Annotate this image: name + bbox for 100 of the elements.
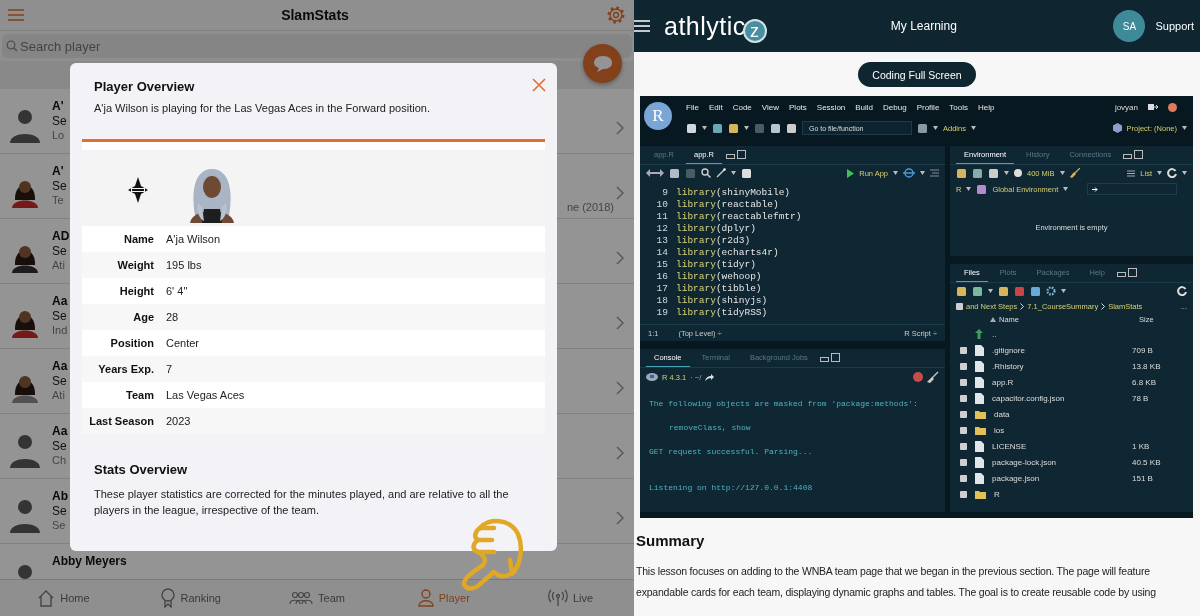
refresh-icon[interactable] (1167, 168, 1177, 178)
tab-bar-item[interactable]: Home (0, 580, 127, 616)
new-file-icon[interactable] (686, 122, 697, 134)
file-name[interactable]: .gitignore (992, 345, 1132, 355)
power-icon[interactable] (1168, 102, 1177, 112)
caret-icon[interactable] (1063, 187, 1069, 191)
memory-icon[interactable] (1014, 169, 1022, 177)
checkbox[interactable] (960, 474, 967, 482)
broom-icon[interactable] (1069, 168, 1080, 178)
window-controls-icon[interactable] (819, 353, 840, 363)
folder-icon[interactable] (728, 122, 739, 134)
file-name[interactable]: .Rhistory (992, 361, 1132, 371)
new-file-icon[interactable] (972, 285, 983, 297)
user-avatar[interactable]: SA (1113, 10, 1146, 42)
caret-icon[interactable] (1182, 171, 1187, 175)
environment-icon[interactable] (976, 183, 988, 195)
file-name[interactable]: .. (992, 329, 1132, 339)
window-controls-icon[interactable] (1116, 268, 1137, 278)
upload-icon[interactable] (998, 285, 1009, 297)
new-folder-icon[interactable] (956, 285, 967, 297)
file-name[interactable]: app.R (992, 377, 1132, 387)
caret-icon[interactable] (893, 171, 898, 175)
delete-icon[interactable] (1014, 285, 1025, 297)
search-field[interactable] (1087, 183, 1178, 195)
caret-icon[interactable] (1182, 126, 1187, 130)
caret-icon[interactable] (1157, 171, 1162, 175)
menu-item[interactable]: View (761, 102, 779, 112)
search-field[interactable]: Search player (2, 34, 632, 58)
menu-item[interactable]: File (686, 102, 699, 112)
tab-bar-item[interactable]: Ranking (126, 580, 254, 616)
show-in-window-icon[interactable] (669, 167, 680, 179)
publish-icon[interactable] (903, 168, 915, 178)
checkbox[interactable] (960, 442, 967, 450)
caret-icon[interactable] (920, 171, 925, 175)
tab-bar-item[interactable]: Live (507, 580, 634, 616)
save-icon[interactable] (972, 167, 983, 179)
caret-icon[interactable] (1061, 289, 1066, 293)
select-all-checkbox[interactable] (956, 302, 963, 310)
window-controls-icon[interactable] (726, 150, 747, 160)
compile-report-icon[interactable] (741, 167, 752, 179)
menu-item[interactable]: Tools (949, 102, 969, 112)
caret-icon[interactable] (988, 289, 993, 293)
file-name[interactable]: data (994, 409, 1134, 419)
project-cube-icon[interactable] (1112, 123, 1122, 133)
checkbox[interactable] (960, 426, 967, 434)
coding-full-screen-button[interactable]: Coding Full Screen (858, 62, 976, 87)
menu-item[interactable]: Plots (789, 102, 807, 112)
file-name[interactable]: capacitor.config.json (992, 393, 1132, 403)
menu-item[interactable]: Build (855, 102, 874, 112)
share-arrow-icon[interactable] (705, 373, 715, 381)
checkbox[interactable] (960, 346, 967, 354)
checkbox[interactable] (960, 410, 967, 418)
checkbox[interactable] (960, 490, 967, 498)
nav-link[interactable]: Support (1155, 20, 1194, 32)
tab-bar-item[interactable]: Team (253, 580, 381, 616)
caret-icon[interactable] (702, 126, 707, 130)
rename-icon[interactable] (1030, 285, 1041, 297)
menu-item[interactable]: Help (978, 102, 995, 112)
caret-icon[interactable] (966, 187, 972, 191)
window-controls-icon[interactable] (1123, 150, 1144, 160)
caret-icon[interactable] (1004, 171, 1009, 175)
logo[interactable]: athlytic z (664, 9, 767, 43)
caret-icon[interactable] (933, 126, 938, 130)
menu-item[interactable]: Session (816, 102, 846, 112)
file-name[interactable]: package-lock.json (992, 457, 1132, 467)
stop-icon[interactable] (913, 372, 923, 382)
gear-icon[interactable] (1046, 286, 1056, 296)
layout-icon[interactable] (917, 122, 928, 134)
checkbox[interactable] (960, 394, 967, 402)
save-all-icon[interactable] (770, 122, 781, 134)
refresh-icon[interactable] (1177, 286, 1187, 296)
checkbox[interactable] (960, 458, 967, 466)
caret-icon[interactable] (1059, 171, 1065, 175)
play-icon[interactable] (847, 168, 855, 178)
checkbox[interactable] (960, 362, 967, 370)
load-icon[interactable] (956, 167, 967, 179)
checkbox[interactable] (960, 378, 967, 386)
menu-item[interactable]: Code (732, 102, 752, 112)
file-name[interactable]: ios (994, 425, 1134, 435)
nav-link[interactable]: My Learning (890, 19, 957, 33)
save-icon[interactable] (754, 122, 765, 134)
menu-item[interactable]: Edit (708, 102, 723, 112)
menu-item[interactable]: Profile (916, 102, 940, 112)
close-icon[interactable] (531, 77, 547, 93)
file-name[interactable]: LICENSE (992, 441, 1132, 451)
caret-icon[interactable] (731, 171, 736, 175)
import-icon[interactable] (988, 167, 999, 179)
caret-icon[interactable] (970, 126, 976, 130)
broom-icon[interactable] (927, 371, 939, 383)
menu-item[interactable]: Debug (883, 102, 907, 112)
project-icon[interactable] (712, 122, 723, 134)
search-icon[interactable] (701, 168, 711, 178)
print-icon[interactable] (786, 122, 797, 134)
magic-wand-icon[interactable] (716, 168, 726, 178)
sign-out-icon[interactable] (1148, 103, 1158, 111)
file-name[interactable]: R (994, 489, 1134, 499)
caret-icon[interactable] (744, 126, 749, 130)
back-forward-icon[interactable] (646, 169, 664, 177)
sort-up-icon[interactable] (990, 317, 996, 322)
file-name[interactable]: package.json (992, 473, 1132, 483)
